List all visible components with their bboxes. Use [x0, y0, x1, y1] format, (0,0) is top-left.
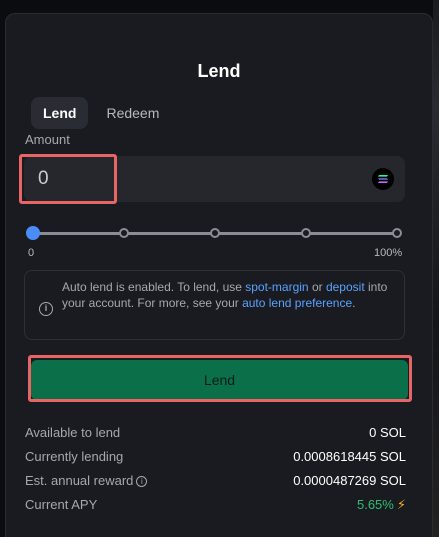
stat-label: Currently lending [25, 449, 124, 464]
info-text-4: . [352, 296, 356, 310]
help-icon[interactable]: i [136, 476, 148, 487]
stat-current-apy: Current APY 5.65% ⚡ [25, 496, 406, 520]
panel-title: Lend [197, 61, 241, 81]
lend-stats: Available to lend 0 SOL Currently lendin… [25, 424, 406, 520]
info-text-1: Auto lend is enabled. To lend, use [62, 280, 246, 294]
slider-stop-75[interactable] [301, 228, 311, 238]
stat-value: 0.0000487269 SOL [293, 473, 406, 488]
info-icon: i [39, 302, 53, 316]
lend-tabs: Lend Redeem [31, 97, 171, 129]
stat-value: 0 SOL [369, 425, 406, 440]
slider-stop-100[interactable] [392, 228, 402, 238]
stat-value-apy: 5.65% ⚡ [357, 496, 406, 514]
lend-button[interactable]: Lend [31, 360, 408, 400]
auto-lend-preference-link[interactable]: auto lend preference [242, 296, 352, 310]
stat-label-text: Est. annual reward [25, 473, 134, 488]
info-text-2: or [308, 280, 326, 294]
amount-input[interactable] [38, 165, 338, 193]
apy-value: 5.65% [356, 497, 394, 512]
info-text: Auto lend is enabled. To lend, use spot-… [62, 279, 397, 311]
stat-est-annual-reward: Est. annual reward i 0.0000487269 SOL [25, 472, 406, 496]
slider-max-label: 100% [374, 247, 403, 259]
stat-label: Est. annual reward i [25, 472, 148, 490]
stat-label: Available to lend [25, 425, 121, 440]
stat-available-to-lend: Available to lend 0 SOL [25, 424, 406, 448]
slider-stop-25[interactable] [119, 228, 129, 238]
amount-field [24, 156, 405, 202]
slider-min-label: 0 [28, 247, 35, 259]
auto-lend-notice: i Auto lend is enabled. To lend, use spo… [24, 270, 405, 340]
background-edge [433, 0, 439, 537]
tab-lend[interactable]: Lend [31, 97, 89, 129]
amount-slider[interactable] [26, 226, 402, 240]
lightning-icon: ⚡ [396, 497, 406, 512]
deposit-link[interactable]: deposit [326, 280, 365, 294]
amount-label: Amount [25, 132, 70, 147]
solana-icon[interactable] [372, 168, 394, 190]
spot-margin-link[interactable]: spot-margin [245, 280, 308, 294]
slider-thumb[interactable] [26, 226, 40, 240]
stat-label: Current APY [25, 497, 98, 512]
stat-currently-lending: Currently lending 0.0008618445 SOL [25, 448, 406, 472]
tab-redeem[interactable]: Redeem [94, 97, 171, 129]
stat-value: 0.0008618445 SOL [293, 449, 406, 464]
slider-stop-50[interactable] [210, 228, 220, 238]
